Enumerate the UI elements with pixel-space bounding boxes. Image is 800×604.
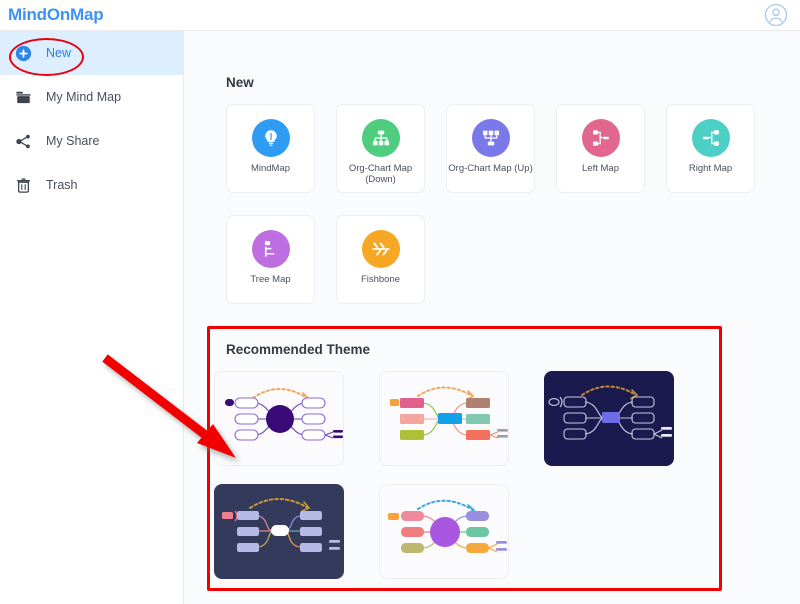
template-card-left-map[interactable]: Left Map xyxy=(556,104,645,193)
theme-preview xyxy=(390,386,508,440)
new-section-title: New xyxy=(226,75,254,90)
template-card-mindmap[interactable]: MindMap xyxy=(226,104,315,193)
share-nodes-icon xyxy=(12,130,34,152)
folder-icon xyxy=(12,86,34,108)
theme-preview xyxy=(222,498,340,552)
logo-text: MindOnMap xyxy=(8,5,104,24)
theme-card-violet-light[interactable] xyxy=(214,371,344,466)
plus-circle-icon xyxy=(12,42,34,64)
theme-preview xyxy=(548,385,672,440)
trash-icon xyxy=(12,174,34,196)
template-label: Right Map xyxy=(688,163,733,174)
template-card-fishbone[interactable]: Fishbone xyxy=(336,215,425,304)
user-circle-icon xyxy=(764,3,788,27)
right-map-icon xyxy=(691,119,730,157)
org-chart-down-icon xyxy=(361,119,400,157)
template-label: MindMap xyxy=(250,163,291,174)
org-chart-up-icon xyxy=(471,119,510,157)
sidebar-item-label: My Mind Map xyxy=(46,89,122,104)
theme-card-slate-dark[interactable] xyxy=(214,484,344,579)
sidebar-item-label: New xyxy=(46,45,72,60)
app-logo[interactable]: MindOnMap xyxy=(8,5,104,25)
theme-preview xyxy=(388,499,507,553)
sidebar-item-label: My Share xyxy=(46,133,100,148)
template-card-org-chart-down[interactable]: Org-Chart Map (Down) xyxy=(336,104,425,193)
sidebar-item-new[interactable]: New xyxy=(0,31,183,75)
theme-card-navy-dark[interactable] xyxy=(544,371,674,466)
theme-row-1 xyxy=(214,371,800,466)
sidebar-item-label: Trash xyxy=(46,177,78,192)
template-label: Left Map xyxy=(582,163,619,174)
theme-card-colorful-light[interactable] xyxy=(379,371,509,466)
template-label: Tree Map xyxy=(250,274,291,285)
recommended-theme-title: Recommended Theme xyxy=(226,342,371,357)
recommended-theme-section: Recommended Theme xyxy=(184,342,800,579)
account-button[interactable] xyxy=(764,3,788,27)
tree-map-icon xyxy=(251,230,290,268)
sidebar-item-my-mind-map[interactable]: My Mind Map xyxy=(0,75,183,119)
left-map-icon xyxy=(581,119,620,157)
theme-card-purple-light[interactable] xyxy=(379,484,509,579)
sidebar-item-my-share[interactable]: My Share xyxy=(0,119,183,163)
new-section: New MindMap Org-Chart Map (Down) Org-Cha… xyxy=(184,31,800,304)
fishbone-icon xyxy=(361,230,400,268)
theme-preview xyxy=(225,388,343,441)
sidebar-item-trash[interactable]: Trash xyxy=(0,163,183,207)
theme-row-2 xyxy=(214,484,800,579)
main-content: New MindMap Org-Chart Map (Down) Org-Cha… xyxy=(184,31,800,604)
template-card-tree-map[interactable]: Tree Map xyxy=(226,215,315,304)
template-row-1: MindMap Org-Chart Map (Down) Org-Chart M… xyxy=(226,104,800,193)
template-card-right-map[interactable]: Right Map xyxy=(666,104,755,193)
template-label: Org-Chart Map (Down) xyxy=(348,163,413,185)
template-row-2: Tree Map Fishbone xyxy=(226,215,800,304)
lightbulb-icon xyxy=(251,119,290,157)
top-bar: MindOnMap xyxy=(0,0,800,31)
app-root: MindOnMap New My Mind Map My Share Trash… xyxy=(0,0,800,604)
template-label: Fishbone xyxy=(360,274,401,285)
template-card-org-chart-up[interactable]: Org-Chart Map (Up) xyxy=(446,104,535,193)
sidebar: New My Mind Map My Share Trash xyxy=(0,31,184,604)
template-label: Org-Chart Map (Up) xyxy=(448,163,533,174)
